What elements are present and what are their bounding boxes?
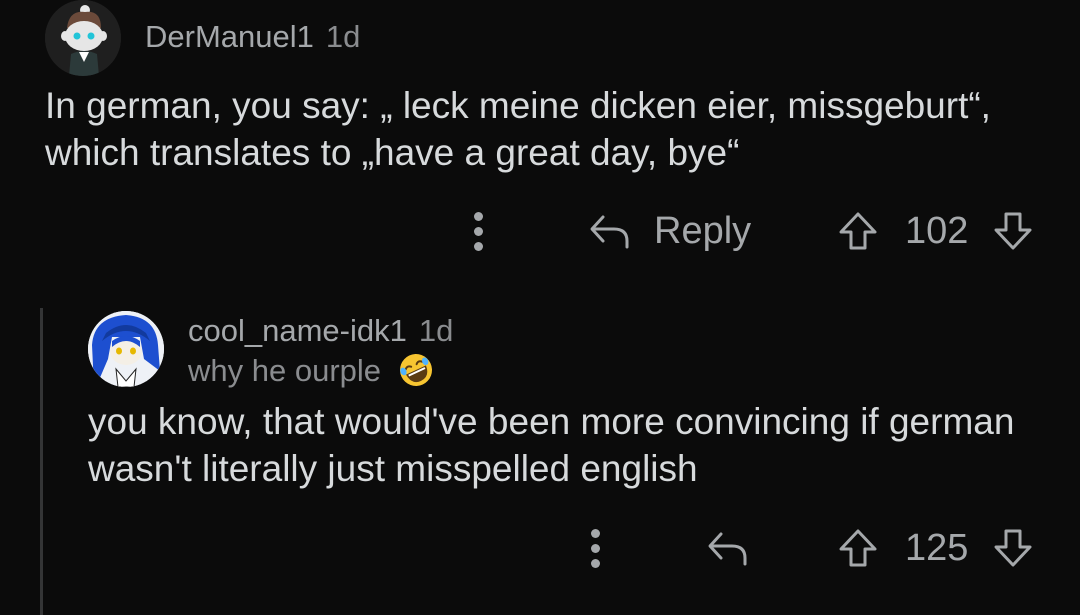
reply-button[interactable]: Reply — [588, 209, 751, 253]
upvote-button[interactable] — [838, 211, 878, 251]
reply-icon — [590, 215, 629, 249]
snoo-avatar-icon — [45, 0, 121, 76]
upvote-button[interactable] — [838, 528, 878, 568]
downvote-arrow-icon — [994, 529, 1032, 567]
reply-button[interactable] — [706, 526, 748, 570]
timestamp: 1d — [325, 19, 361, 54]
anime-avatar-icon — [88, 311, 164, 387]
comment-thread: DerManuel1 1d In german, you say: „ leck … — [0, 0, 1080, 615]
timestamp: 1d — [418, 313, 454, 348]
reply-icon — [708, 532, 747, 566]
avatar[interactable] — [88, 311, 164, 387]
upvote-arrow-icon — [839, 529, 877, 567]
avatar[interactable] — [45, 0, 121, 76]
username[interactable]: cool_name-idk1 — [188, 313, 407, 348]
flair-text: why he ourple — [188, 353, 382, 388]
comment-header: DerManuel1 1d — [145, 18, 360, 56]
downvote-button[interactable] — [993, 211, 1033, 251]
vote-score: 125 — [905, 527, 969, 569]
user-flair: why he ourple — [188, 352, 434, 390]
comment-actions: Reply 102 — [0, 201, 1080, 261]
downvote-arrow-icon — [994, 212, 1032, 250]
reply-label: Reply — [654, 209, 752, 252]
comment-body: you know, that would've been more convin… — [88, 401, 1015, 489]
upvote-arrow-icon — [839, 212, 877, 250]
downvote-button[interactable] — [993, 528, 1033, 568]
rolling-on-floor-laughing-emoji — [399, 354, 432, 386]
more-options-icon[interactable] — [471, 210, 485, 252]
comment-header: cool_name-idk1 1d — [188, 312, 453, 350]
vote-score: 102 — [905, 210, 969, 252]
username[interactable]: DerManuel1 — [145, 19, 314, 54]
comment-body: In german, you say: „ leck meine dicken … — [45, 85, 991, 173]
comment-actions: 125 — [0, 518, 1080, 578]
more-options-icon[interactable] — [588, 527, 602, 569]
